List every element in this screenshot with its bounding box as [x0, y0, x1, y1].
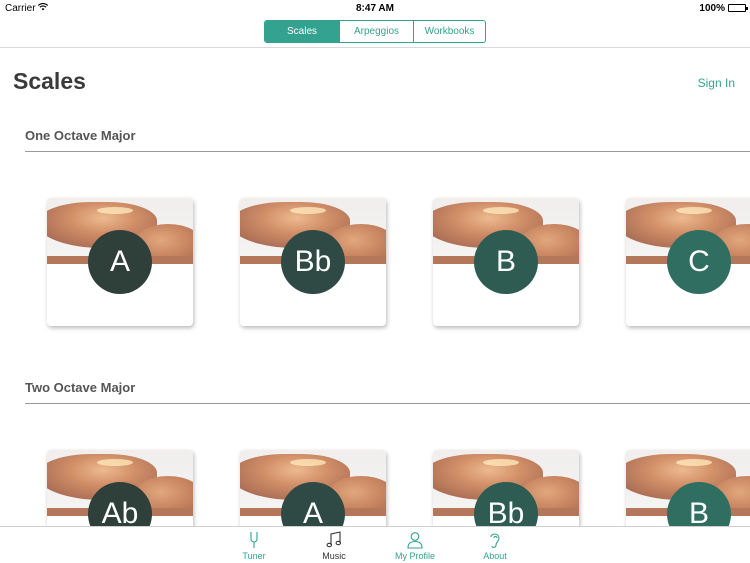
tab-bar: Tuner Music My Profile About	[0, 526, 750, 563]
battery-percent: 100%	[699, 3, 725, 14]
tab-about[interactable]: About	[465, 531, 525, 561]
scale-card[interactable]: Bb	[240, 198, 386, 326]
music-note-icon	[326, 531, 342, 548]
scale-card[interactable]: B	[433, 198, 579, 326]
scale-note-badge: C	[667, 230, 731, 294]
scale-note-badge: Bb	[281, 230, 345, 294]
segment-scales[interactable]: Scales	[265, 21, 339, 42]
tab-tuner[interactable]: Tuner	[224, 531, 284, 561]
ear-icon	[490, 533, 500, 548]
status-bar: Carrier 8:47 AM 100%	[0, 0, 750, 17]
scale-card[interactable]: C	[626, 198, 750, 326]
tuning-fork-icon	[250, 532, 258, 548]
section-divider	[25, 403, 750, 404]
segmented-control: Scales Arpeggios Workbooks	[264, 20, 486, 43]
person-icon	[407, 532, 423, 549]
segment-arpeggios[interactable]: Arpeggios	[339, 21, 413, 42]
section-title-one-octave-major: One Octave Major	[25, 128, 136, 143]
tab-my-profile[interactable]: My Profile	[385, 531, 445, 561]
scale-note-badge: A	[88, 230, 152, 294]
battery-icon	[728, 4, 748, 12]
section-title-two-octave-major: Two Octave Major	[25, 380, 136, 395]
scale-note-badge: B	[474, 230, 538, 294]
sign-in-link[interactable]: Sign In	[698, 76, 735, 90]
tab-label: About	[483, 551, 507, 561]
tab-label: My Profile	[394, 551, 435, 561]
clock: 8:47 AM	[356, 3, 394, 14]
section-divider	[25, 151, 750, 152]
page-title: Scales	[13, 68, 86, 94]
tab-label: Music	[322, 551, 346, 561]
tab-music[interactable]: Music	[304, 531, 364, 561]
segment-workbooks[interactable]: Workbooks	[413, 21, 485, 42]
tab-label: Tuner	[242, 551, 266, 561]
navigation-bar: Scales Arpeggios Workbooks	[0, 17, 750, 48]
scale-card[interactable]: A	[47, 198, 193, 326]
